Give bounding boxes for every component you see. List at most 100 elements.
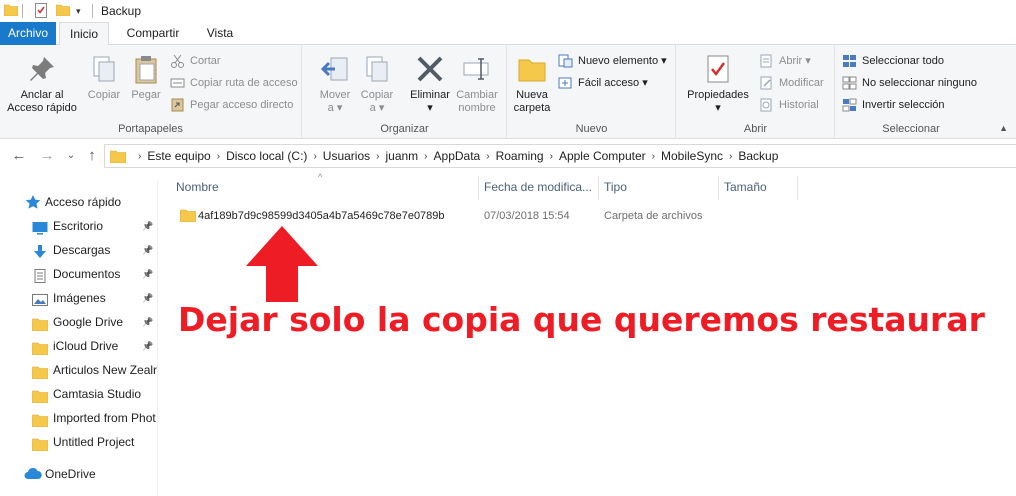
breadcrumb-item[interactable]: Disco local (C:): [226, 149, 307, 163]
copy-path-icon: [170, 78, 185, 88]
tab-vista[interactable]: Vista: [196, 22, 244, 45]
open-button[interactable]: Abrir ▾: [759, 51, 811, 71]
invert-selection-button[interactable]: Invertir selección: [842, 95, 945, 115]
forward-arrow-icon[interactable]: →: [38, 146, 56, 166]
chevron-right-icon[interactable]: ›: [486, 151, 489, 162]
cut-button[interactable]: Cortar: [170, 51, 221, 71]
chevron-right-icon[interactable]: ›: [313, 151, 316, 162]
group-label-nuevo: Nuevo: [575, 123, 608, 135]
breadcrumb-item[interactable]: MobileSync: [661, 149, 723, 163]
copy-to-label-1: Copiar: [360, 89, 394, 101]
new-item-icon: [558, 54, 573, 68]
chevron-right-icon[interactable]: ›: [376, 151, 379, 162]
breadcrumb-item[interactable]: Backup: [738, 149, 778, 163]
easy-access-icon: [558, 77, 572, 89]
delete-label-1: Eliminar: [410, 89, 450, 101]
sidebar-item-label: Camtasia Studio: [53, 387, 142, 401]
tab-inicio[interactable]: Inicio: [59, 22, 109, 46]
document-icon: [32, 267, 48, 283]
sidebar-item[interactable]: Google Drive 📌: [0, 310, 158, 334]
collapse-ribbon-icon[interactable]: ▲: [999, 123, 1008, 133]
sidebar-item[interactable]: Imported from Phot: [0, 406, 158, 430]
new-item-button[interactable]: Nuevo elemento ▾: [558, 51, 667, 71]
new-folder-button[interactable]: Nueva carpeta: [510, 49, 554, 115]
new-folder-icon[interactable]: [56, 4, 70, 16]
select-all-button[interactable]: Seleccionar todo: [842, 51, 944, 71]
pin-icon[interactable]: 📌: [142, 310, 153, 334]
paste-shortcut-label: Pegar acceso directo: [190, 99, 294, 111]
address-bar[interactable]: › Este equipo › Disco local (C:) › Usuarios › j…: [104, 144, 1016, 168]
new-folder-label-1: Nueva: [516, 89, 548, 101]
sidebar-item[interactable]: Camtasia Studio: [0, 382, 158, 406]
history-button[interactable]: Historial: [759, 95, 819, 115]
chevron-right-icon[interactable]: ›: [217, 151, 220, 162]
pin-icon[interactable]: 📌: [142, 334, 153, 358]
edit-button[interactable]: Modificar: [759, 73, 824, 93]
easy-access-button[interactable]: Fácil acceso ▾: [558, 73, 648, 93]
pin-icon[interactable]: 📌: [142, 214, 153, 238]
move-to-icon: [319, 53, 351, 85]
nav-item-onedrive[interactable]: OneDrive: [0, 462, 158, 486]
breadcrumb-item[interactable]: Usuarios: [323, 149, 370, 163]
recent-locations-icon[interactable]: ⌄: [62, 146, 80, 166]
properties-icon: [702, 53, 734, 85]
breadcrumb-item[interactable]: juanm: [385, 149, 418, 163]
properties-label-1: Propiedades: [687, 89, 749, 101]
delete-button[interactable]: Eliminar ▾: [405, 49, 455, 115]
column-header-tipo[interactable]: Tipo: [598, 176, 718, 198]
table-row[interactable]: 4af189b7d9c98599d3405a4b7a5469c78e7e0789…: [174, 205, 814, 227]
separator: [22, 4, 23, 18]
copy-to-label-2: a ▾: [369, 102, 385, 114]
pin-icon[interactable]: 📌: [142, 238, 153, 262]
group-label-organizar: Organizar: [380, 123, 429, 135]
new-folder-label-2: carpeta: [513, 102, 551, 114]
copy-to-button[interactable]: Copiar a ▾: [357, 49, 397, 115]
sidebar-item[interactable]: iCloud Drive 📌: [0, 334, 158, 358]
sidebar-item[interactable]: Imágenes 📌: [0, 286, 158, 310]
sidebar-item[interactable]: Descargas 📌: [0, 238, 158, 262]
copy-button[interactable]: Copiar: [84, 49, 124, 102]
rename-button[interactable]: Cambiar nombre: [453, 49, 501, 115]
sidebar-item[interactable]: Escritorio 📌: [0, 214, 158, 238]
title-bar: ▾ Backup: [0, 0, 1016, 22]
breadcrumb-item[interactable]: AppData: [434, 149, 481, 163]
tab-compartir[interactable]: Compartir: [116, 22, 190, 45]
select-none-button[interactable]: No seleccionar ninguno: [842, 73, 977, 93]
up-arrow-icon[interactable]: ↑: [83, 146, 101, 166]
column-header-fecha[interactable]: Fecha de modifica...: [478, 176, 598, 198]
breadcrumb-item[interactable]: Apple Computer: [559, 149, 646, 163]
tab-archivo[interactable]: Archivo: [0, 22, 56, 45]
nav-item-quick-access[interactable]: Acceso rápido: [0, 190, 158, 214]
folder-icon: [31, 339, 49, 356]
sidebar-item-label: iCloud Drive: [53, 339, 119, 353]
quick-access-dropdown-icon[interactable]: ▾: [76, 6, 81, 17]
column-header-tamano[interactable]: Tamaño: [718, 176, 798, 198]
chevron-right-icon[interactable]: ›: [550, 151, 553, 162]
chevron-right-icon[interactable]: ›: [652, 151, 655, 162]
pin-icon[interactable]: 📌: [142, 262, 153, 286]
group-nuevo: Nueva carpeta Nuevo elemento ▾ Fácil acc…: [508, 45, 676, 139]
pin-icon[interactable]: 📌: [142, 286, 153, 310]
breadcrumb-item[interactable]: Este equipo: [147, 149, 210, 163]
back-arrow-icon[interactable]: ←: [10, 146, 28, 166]
properties-icon[interactable]: [35, 3, 47, 18]
move-to-button[interactable]: Mover a ▾: [315, 49, 355, 115]
chevron-right-icon[interactable]: ›: [424, 151, 427, 162]
paste-icon: [130, 53, 162, 85]
sidebar-item[interactable]: Articulos New Zealr: [0, 358, 158, 382]
sidebar-item-label: Documentos: [53, 267, 121, 281]
paste-button[interactable]: Pegar: [126, 49, 166, 102]
breadcrumb-item[interactable]: Roaming: [496, 149, 544, 163]
copy-path-button[interactable]: Copiar ruta de acceso: [170, 73, 298, 93]
properties-button[interactable]: Propiedades ▾: [683, 49, 753, 115]
sidebar-item[interactable]: Documentos 📌: [0, 262, 158, 286]
chevron-right-icon[interactable]: ›: [729, 151, 732, 162]
chevron-right-icon[interactable]: ›: [138, 151, 141, 162]
paste-shortcut-button[interactable]: Pegar acceso directo: [170, 95, 293, 115]
column-divider[interactable]: [797, 176, 798, 200]
column-header-nombre[interactable]: Nombre: [170, 176, 478, 198]
pin-quick-access-button[interactable]: Anclar al Acceso rápido: [4, 49, 80, 115]
onedrive-label: OneDrive: [45, 467, 96, 481]
sidebar-item[interactable]: Untitled Project: [0, 430, 158, 454]
cloud-icon: [24, 468, 42, 479]
